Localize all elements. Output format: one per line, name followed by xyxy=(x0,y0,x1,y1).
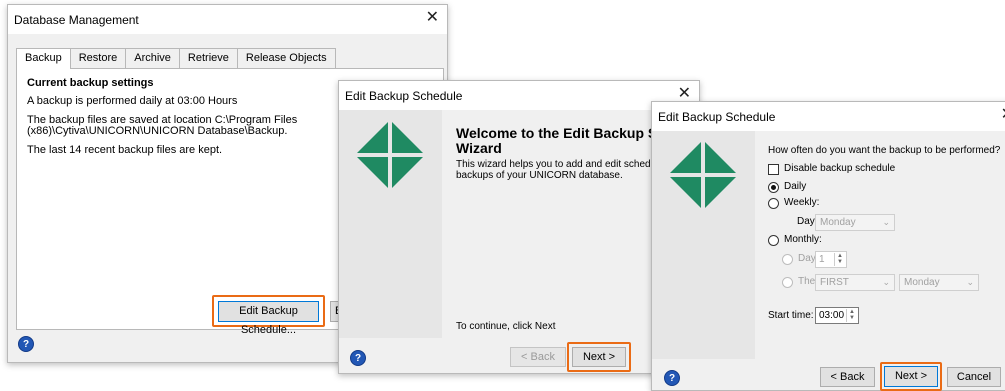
titlebar: Edit Backup Schedule ✕ xyxy=(652,102,1005,131)
disable-schedule-checkbox[interactable] xyxy=(768,164,779,175)
tab-strip: Backup Restore Archive Retrieve Release … xyxy=(16,48,336,69)
edit-backup-schedule-options-window: Edit Backup Schedule ✕ How often do you … xyxy=(651,101,1005,391)
close-icon[interactable]: ✕ xyxy=(1001,107,1005,123)
wizard-side-panel xyxy=(339,110,442,338)
start-time-input[interactable]: 03:00 ▲ ▼ xyxy=(815,307,859,324)
weekly-day-value: Monday xyxy=(820,217,856,228)
edit-backup-schedule-welcome-window: Edit Backup Schedule ✕ Welcome to the Ed… xyxy=(338,80,700,374)
the-day-value: Monday xyxy=(904,277,940,288)
wizard-side-panel xyxy=(652,131,755,359)
backup-retention-text: The last 14 recent backup files are kept… xyxy=(27,144,223,156)
tab-retrieve[interactable]: Retrieve xyxy=(178,48,238,69)
start-time-value: 03:00 xyxy=(819,310,845,321)
welcome-desc-line1: This wizard helps you to add and edit sc… xyxy=(456,159,670,170)
window-title: Edit Backup Schedule xyxy=(345,88,463,103)
monthly-the-radio[interactable] xyxy=(782,277,793,288)
chevron-down-icon: ⌄ xyxy=(882,217,890,227)
close-icon[interactable]: ✕ xyxy=(426,10,439,26)
the-day-select[interactable]: Monday ⌄ xyxy=(899,274,979,291)
monthly-label: Monthly: xyxy=(784,234,822,245)
tab-backup[interactable]: Backup xyxy=(16,48,71,69)
spinner-arrows-icon[interactable]: ▲ ▼ xyxy=(846,309,857,322)
start-time-label: Start time: xyxy=(768,310,814,321)
monthly-day-value: 1 xyxy=(819,254,825,265)
backup-location-text-2: (x86)\Cytiva\UNICORN\UNICORN Database\Ba… xyxy=(27,125,288,137)
daily-radio[interactable] xyxy=(768,182,779,193)
next-button[interactable]: Next > xyxy=(572,347,626,367)
help-icon[interactable]: ? xyxy=(350,350,366,366)
the-ordinal-select[interactable]: FIRST ⌄ xyxy=(815,274,895,291)
cancel-button[interactable]: Cancel xyxy=(947,367,1001,387)
tab-release-objects[interactable]: Release Objects xyxy=(236,48,336,69)
chevron-down-icon: ⌄ xyxy=(966,277,974,287)
welcome-desc-line2: backups of your UNICORN database. xyxy=(456,170,623,181)
chevron-down-icon: ⌄ xyxy=(882,277,890,287)
daily-label: Daily xyxy=(784,181,807,192)
continue-instruction: To continue, click Next xyxy=(456,321,556,332)
back-button[interactable]: < Back xyxy=(820,367,875,387)
help-icon[interactable]: ? xyxy=(18,336,34,352)
welcome-title-line2: Wizard xyxy=(456,140,502,156)
close-icon[interactable]: ✕ xyxy=(678,86,691,102)
spinner-arrows-icon[interactable]: ▲ ▼ xyxy=(834,253,845,266)
weekly-label: Weekly: xyxy=(784,197,820,208)
titlebar: Edit Backup Schedule ✕ xyxy=(339,81,699,110)
the-ordinal-value: FIRST xyxy=(820,277,849,288)
titlebar: Database Management ✕ xyxy=(8,5,447,34)
window-title: Edit Backup Schedule xyxy=(658,109,776,124)
monthly-radio[interactable] xyxy=(768,235,779,246)
disable-schedule-label: Disable backup schedule xyxy=(784,163,896,174)
weekly-radio[interactable] xyxy=(768,198,779,209)
tab-restore[interactable]: Restore xyxy=(69,48,127,69)
backup-time-text: A backup is performed daily at 03:00 Hou… xyxy=(27,95,238,107)
monthly-day-radio[interactable] xyxy=(782,254,793,265)
section-heading: Current backup settings xyxy=(27,77,154,89)
next-button[interactable]: Next > xyxy=(884,366,938,387)
help-icon[interactable]: ? xyxy=(664,370,680,386)
unicorn-logo xyxy=(355,120,425,190)
back-button[interactable]: < Back xyxy=(510,347,566,367)
monthly-day-spinner[interactable]: 1 ▲ ▼ xyxy=(815,251,847,268)
window-title: Database Management xyxy=(14,12,139,27)
frequency-question: How often do you want the backup to be p… xyxy=(768,145,1001,156)
tab-archive[interactable]: Archive xyxy=(125,48,180,69)
weekly-day-select[interactable]: Monday ⌄ xyxy=(815,214,895,231)
edit-backup-schedule-button[interactable]: Edit Backup Schedule... xyxy=(218,301,319,336)
unicorn-logo xyxy=(668,140,738,210)
